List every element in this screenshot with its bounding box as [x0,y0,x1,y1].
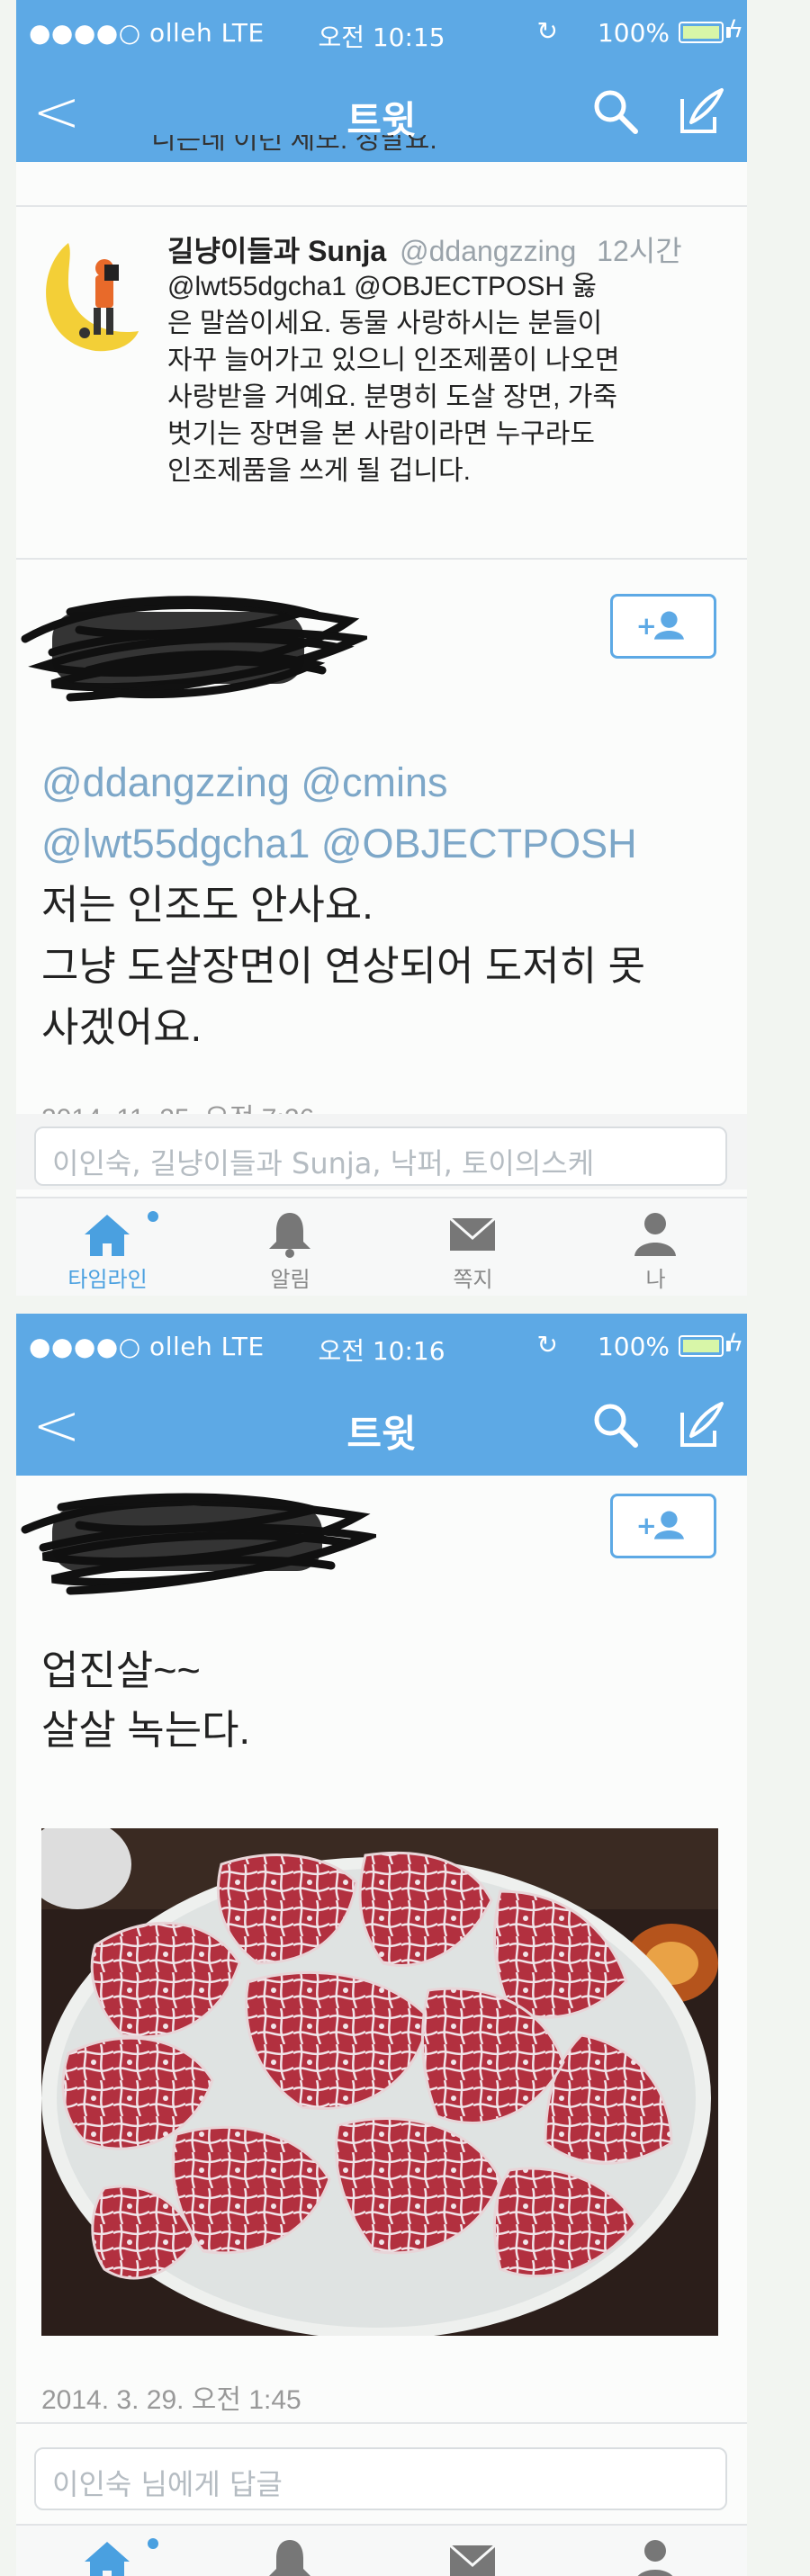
tab-bar: 타임라인 알림 쪽지 나 [16,1197,747,1296]
tab-notifications[interactable]: 알림 [199,1198,382,1296]
search-icon[interactable] [590,1400,641,1450]
compose-icon[interactable] [675,1400,725,1450]
author-handle[interactable]: @ddangzzing [400,235,576,267]
follow-button[interactable]: + [610,594,716,659]
person-icon [637,2540,673,2576]
envelope-icon [449,2544,496,2576]
tweet-body: @lwt55dgcha1 @OBJECTPOSH 옳 은 말씀이세요. 동물 사… [167,272,620,486]
partial-tweet-text: 니는데 이런 제모. 정말요. [151,135,437,155]
envelope-icon [449,1216,496,1251]
divider [16,558,747,560]
divider [16,205,747,207]
person-icon [634,1213,676,1256]
redaction-scribble [21,596,367,702]
tweet-body: 업진살~~ 살살 녹는다. [41,1647,251,1753]
avatar[interactable] [41,225,140,360]
divider [16,2422,747,2424]
bell-icon [269,1213,310,1258]
battery-percent: 100% [597,1332,670,1361]
charging-icon: ϟ [727,1330,743,1357]
rotation-lock-icon: ↻ [536,16,558,46]
rotation-lock-icon: ↻ [536,1330,558,1360]
charging-icon: ϟ [727,16,743,43]
reply-input[interactable]: 이인숙, 길냥이들과 Sunja, 낙퍼, 토이의스케 [34,1126,727,1186]
tab-messages[interactable] [382,2526,564,2576]
mention-line[interactable]: @lwt55dgcha1 @OBJECTPOSH [41,813,645,875]
tweet-photo[interactable] [41,1828,718,2336]
follow-button[interactable]: + [610,1494,716,1558]
tweet-header: 길냥이들과 Sunja @ddangzzing 12시간 [167,229,682,270]
search-icon[interactable] [590,86,641,137]
reply-tweet-body: @ddangzzing @cmins @lwt55dgcha1 @OBJECTP… [41,752,645,1058]
tab-bar [16,2524,747,2576]
screen-1: ●●●●○ olleh LTE 오전 10:15 ↻ 100% ϟ < 트윗 니… [16,0,747,1296]
battery-icon [679,22,724,43]
bell-icon [269,2540,310,2576]
home-icon [85,1215,130,1256]
tweet-date: 2014. 11. 25. 오전 7:26 [41,1096,314,1116]
author-name[interactable]: 길냥이들과 Sunja [167,235,386,267]
reply-input[interactable]: 이인숙 님에게 답글 [34,2447,727,2510]
tweet-time: 12시간 [597,235,682,267]
add-user-icon: + [636,1511,684,1540]
tab-timeline[interactable]: 타임라인 [16,1198,199,1296]
add-user-icon: + [636,611,684,641]
mention-line[interactable]: @ddangzzing @cmins [41,752,645,813]
tab-messages[interactable]: 쪽지 [382,1198,564,1296]
home-icon [85,2542,130,2576]
tab-notifications[interactable] [199,2526,382,2576]
svg-text:+: + [636,612,657,641]
battery-icon [679,1335,724,1357]
tweet-date: 2014. 3. 29. 오전 1:45 [41,2385,302,2415]
svg-text:+: + [636,1512,657,1540]
battery-percent: 100% [597,18,670,48]
tab-timeline[interactable] [16,2526,199,2576]
screen-2: ●●●●○ olleh LTE 오전 10:16 ↻ 100% ϟ < 트윗 + [16,1314,747,2576]
tab-me[interactable] [564,2526,747,2576]
redaction-scribble [21,1493,376,1595]
status-bar: ●●●●○ olleh LTE 오전 10:15 ↻ 100% ϟ [16,0,747,67]
tab-me[interactable]: 나 [564,1198,747,1296]
unread-dot [148,1211,158,1222]
nav-bar: < 트윗 [16,1380,747,1476]
unread-dot [148,2538,158,2549]
status-bar: ●●●●○ olleh LTE 오전 10:16 ↻ 100% ϟ [16,1314,747,1380]
compose-icon[interactable] [675,86,725,137]
